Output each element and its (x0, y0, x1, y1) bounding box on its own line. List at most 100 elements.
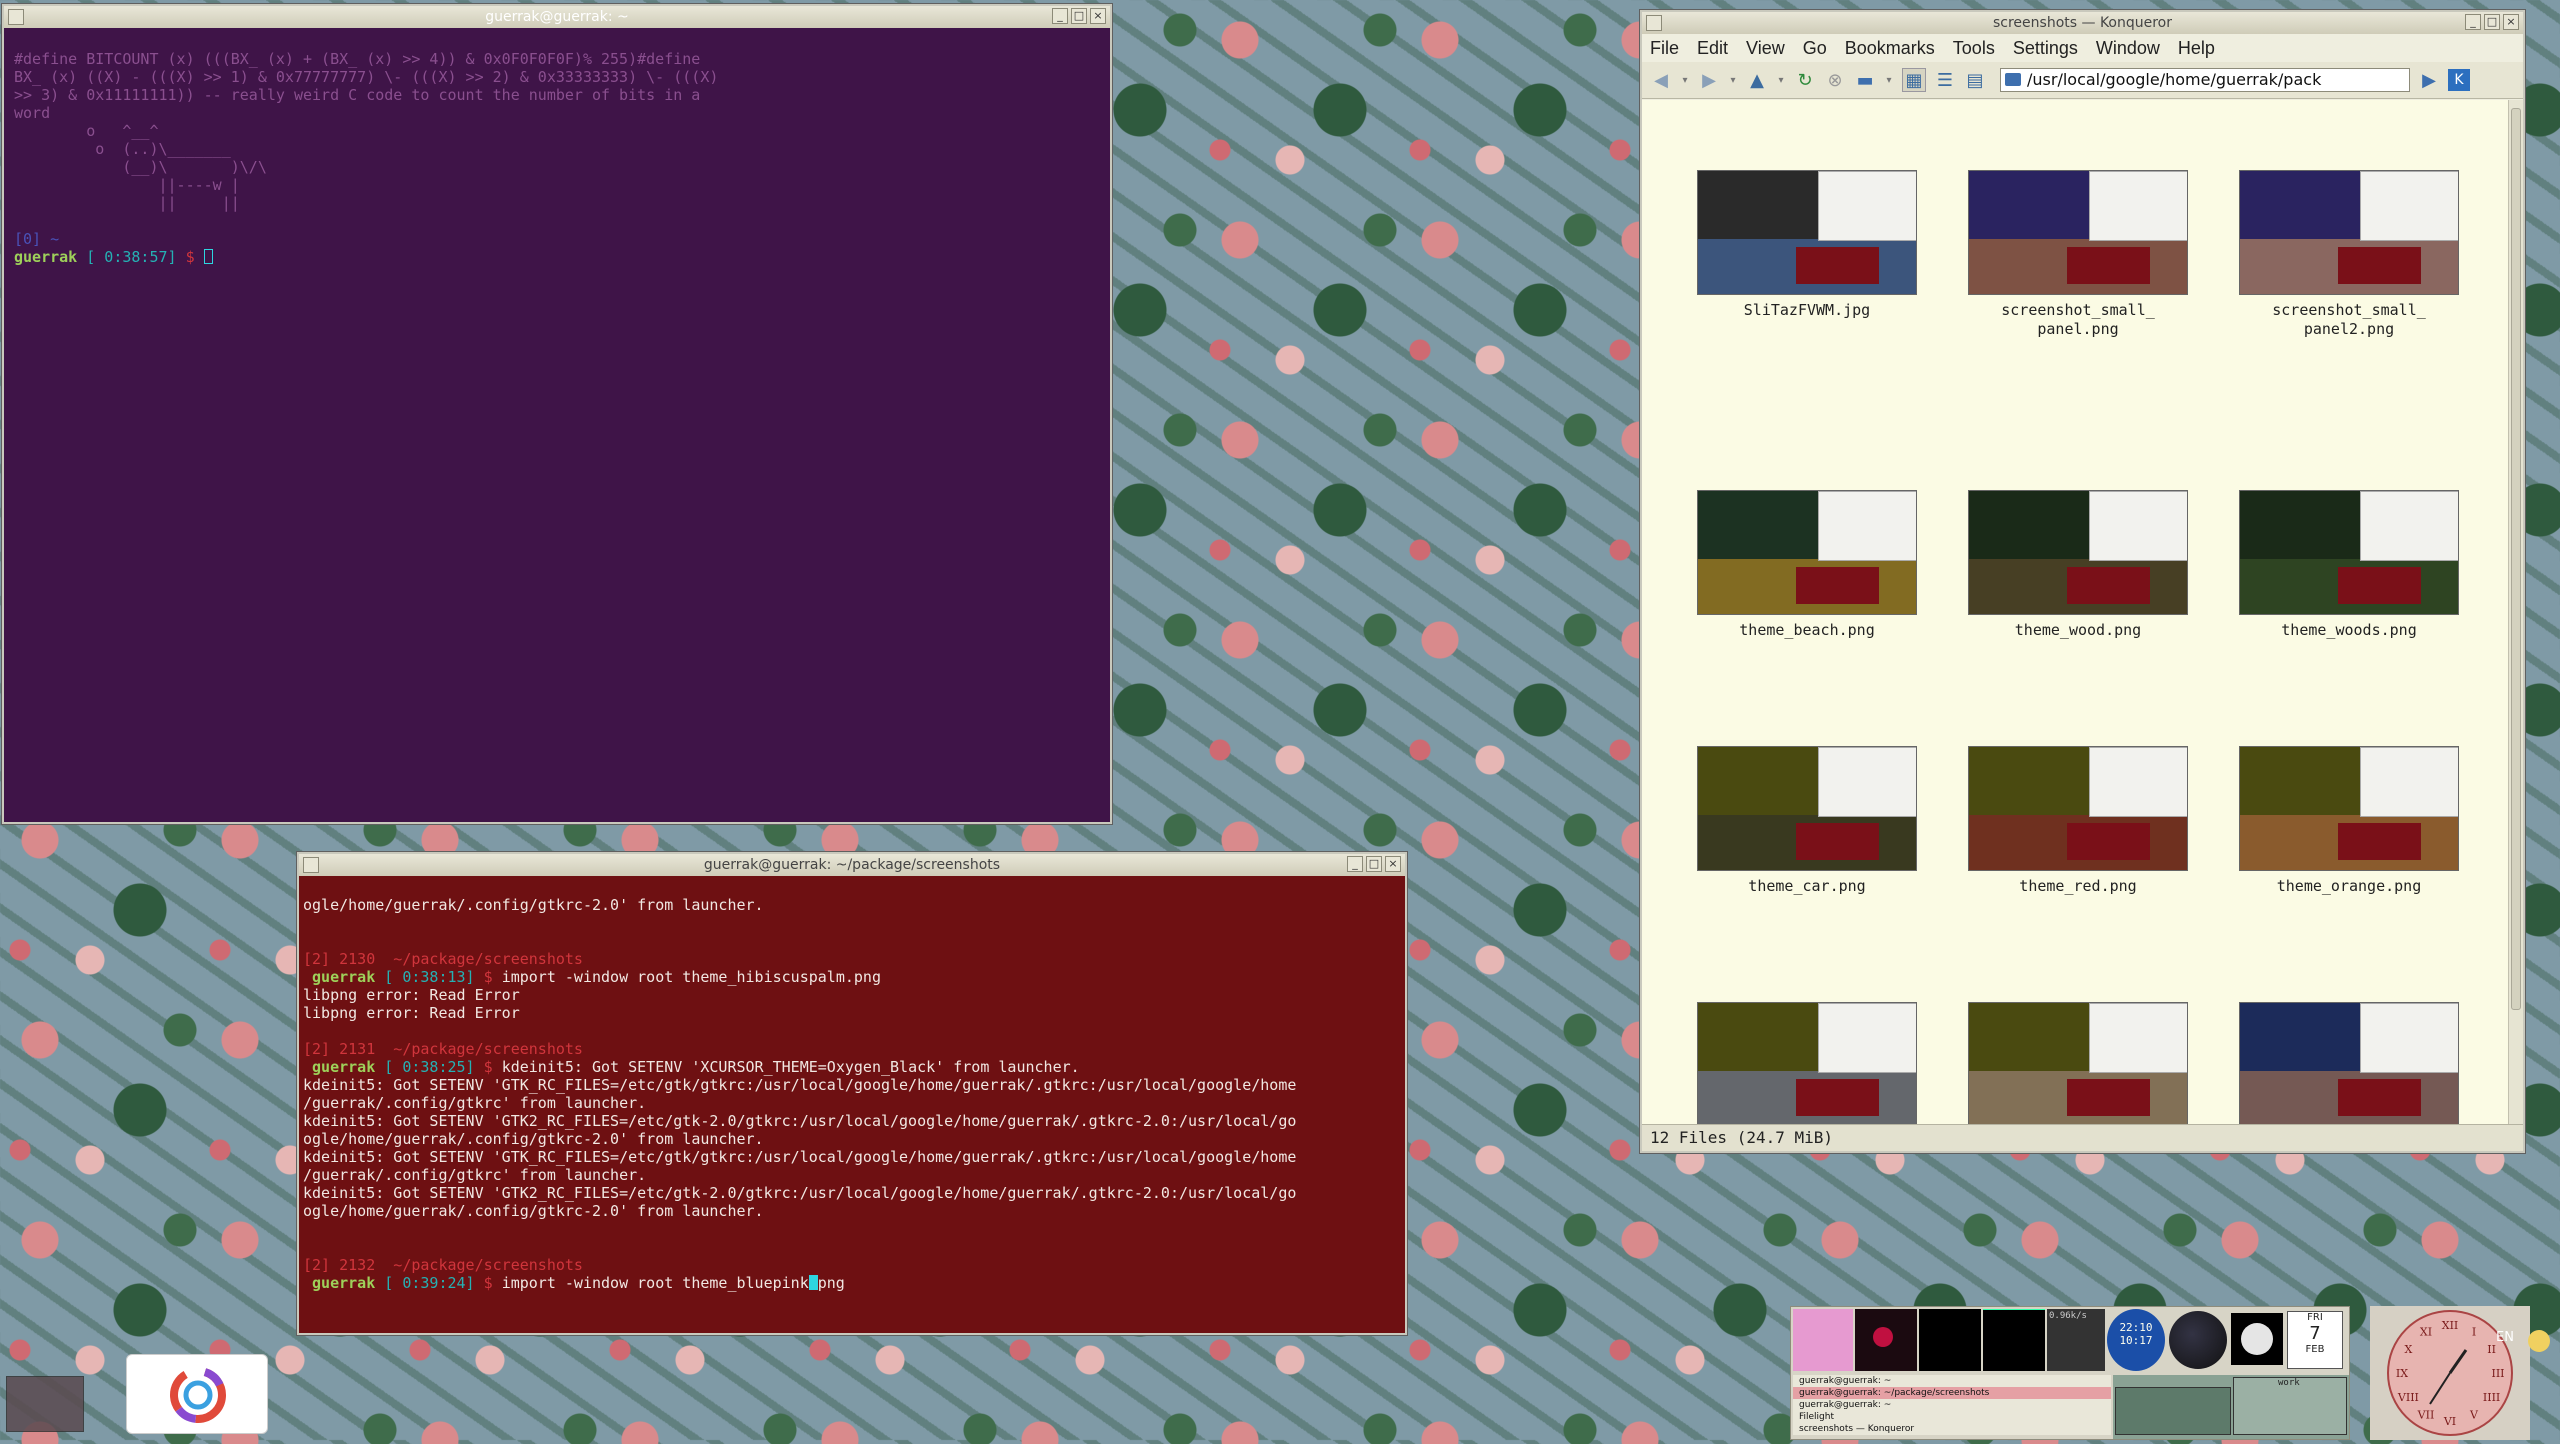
file-name: theme_woods.png (2281, 621, 2417, 639)
prompt-time: [ 0:39:24] (384, 1274, 475, 1292)
task-item[interactable]: guerrak@guerrak: ~ (1793, 1375, 2111, 1387)
file-item[interactable]: screenshot_small_ panel.png (1963, 170, 2193, 339)
stop-icon[interactable]: ⊗ (1824, 69, 1846, 91)
menu-tools[interactable]: Tools (1953, 38, 1995, 59)
file-item[interactable] (2234, 1002, 2464, 1125)
minimize-icon[interactable]: _ (1052, 8, 1068, 24)
menu-go[interactable]: Go (1803, 38, 1827, 59)
menu-edit[interactable]: Edit (1697, 38, 1728, 59)
up-menu-icon[interactable]: ▾ (1776, 69, 1786, 91)
terminal-titlebar[interactable]: guerrak@guerrak: ~/package/screenshots _… (299, 854, 1405, 877)
window-menu-icon[interactable] (303, 857, 319, 873)
file-item[interactable]: theme_red.png (1963, 746, 2193, 896)
forward-icon[interactable]: ▶ (1698, 69, 1720, 91)
file-thumbnail (1968, 170, 2188, 295)
file-name: screenshot_small_ panel.png (2001, 301, 2155, 338)
minimize-icon[interactable]: _ (1347, 856, 1363, 872)
folder-menu-icon[interactable]: ▾ (1884, 69, 1894, 91)
file-item[interactable]: theme_orange.png (2234, 746, 2464, 896)
window-title: guerrak@guerrak: ~ (485, 9, 629, 25)
task-item[interactable]: guerrak@guerrak: ~ (1793, 1399, 2111, 1411)
terminal-window-home[interactable]: guerrak@guerrak: ~ _ □ × #define BITCOUN… (2, 4, 1112, 824)
desktop-pager[interactable]: work (2113, 1375, 2349, 1439)
calendar-widget[interactable]: FRI 7 FEB (2287, 1311, 2343, 1369)
terminal-body[interactable]: ogle/home/guerrak/.config/gtkrc-2.0' fro… (299, 876, 1405, 1333)
desktop-launcher[interactable] (126, 1354, 268, 1434)
terminal-body[interactable]: #define BITCOUNT (x) (((BX_ (x) + (BX_ (… (4, 28, 1110, 822)
file-item[interactable]: theme_woods.png (2234, 490, 2464, 640)
konqueror-window[interactable]: screenshots — Konqueror _ □ × File Edit … (1640, 10, 2525, 1153)
file-item[interactable]: theme_wood.png (1963, 490, 2193, 640)
detail-view-icon[interactable]: ☰ (1934, 69, 1956, 91)
prompt-user: guerrak (312, 1058, 376, 1076)
back-menu-icon[interactable]: ▾ (1680, 69, 1690, 91)
menu-help[interactable]: Help (2178, 38, 2215, 59)
prompt-path: [2] 2130 ~/package/screenshots (303, 950, 583, 968)
desktop-thumb-1[interactable] (1793, 1309, 1853, 1371)
cowsay-line: o ^__^ (14, 122, 159, 140)
file-item[interactable] (1692, 1002, 1922, 1125)
output-line: libpng error: Read Error (303, 1004, 520, 1022)
output-line: ogle/home/guerrak/.config/gtkrc-2.0' fro… (303, 1130, 764, 1148)
terminal-window-screenshots[interactable]: guerrak@guerrak: ~/package/screenshots _… (297, 852, 1407, 1335)
forward-menu-icon[interactable]: ▾ (1728, 69, 1738, 91)
pager-label: work (2278, 1378, 2300, 1388)
task-item[interactable]: screenshots — Konqueror (1793, 1423, 2111, 1435)
menu-view[interactable]: View (1746, 38, 1785, 59)
file-name: theme_car.png (1748, 877, 1866, 895)
maximize-icon[interactable]: □ (2484, 14, 2500, 30)
desktop-thumb-2[interactable] (1855, 1309, 1917, 1371)
icon-view-icon[interactable]: ▦ (1902, 68, 1926, 92)
status-text: 12 Files (24.7 MiB) (1650, 1128, 1834, 1147)
file-item[interactable]: theme_beach.png (1692, 490, 1922, 640)
pager-desktop-2[interactable]: work (2233, 1377, 2347, 1435)
file-thumbnail (2239, 1002, 2459, 1125)
file-thumbnail (1697, 170, 1917, 295)
output-line: ogle/home/guerrak/.config/gtkrc-2.0' fro… (303, 1202, 764, 1220)
menu-bookmarks[interactable]: Bookmarks (1845, 38, 1935, 59)
window-menu-icon[interactable] (1646, 15, 1662, 31)
maximize-icon[interactable]: □ (1071, 8, 1087, 24)
scrollbar-thumb[interactable] (2511, 108, 2521, 1010)
location-input[interactable]: /usr/local/google/home/guerrak/pack (2000, 68, 2410, 92)
close-icon[interactable]: × (1385, 856, 1401, 872)
menu-settings[interactable]: Settings (2013, 38, 2078, 59)
file-item[interactable]: SliTazFVWM.jpg (1692, 170, 1922, 320)
go-icon[interactable]: ▶ (2418, 69, 2440, 91)
clock-numeral: VI (2443, 1415, 2456, 1428)
user-icon[interactable] (2528, 1330, 2550, 1352)
tree-view-icon[interactable]: ▤ (1964, 69, 1986, 91)
pager-desktop-1[interactable] (2115, 1387, 2231, 1435)
keyboard-layout-indicator[interactable]: EN (2496, 1330, 2526, 1350)
minimize-icon[interactable]: _ (2465, 14, 2481, 30)
prompt-user: guerrak (312, 968, 376, 986)
reload-icon[interactable]: ↻ (1794, 69, 1816, 91)
clock-time-1: 22:10 (2119, 1321, 2153, 1334)
file-name: theme_wood.png (2014, 621, 2142, 639)
window-menu-icon[interactable] (8, 9, 24, 25)
task-item[interactable]: Filelight (1793, 1411, 2111, 1423)
file-item[interactable] (1963, 1002, 2193, 1125)
task-item-active[interactable]: guerrak@guerrak: ~/package/screenshots (1793, 1387, 2111, 1399)
file-icon-view[interactable]: SliTazFVWM.jpg screenshot_small_ panel.pn… (1642, 100, 2523, 1125)
clock-numeral: IIII (2483, 1391, 2500, 1404)
output-line: libpng error: Read Error (303, 986, 520, 1004)
back-icon[interactable]: ◀ (1650, 69, 1672, 91)
desktop-widget-empty[interactable] (6, 1376, 84, 1432)
clock-numeral: XII (2442, 1319, 2459, 1332)
file-item[interactable]: screenshot_small_ panel2.png (2234, 170, 2464, 339)
up-icon[interactable]: ▲ (1746, 69, 1768, 91)
menu-window[interactable]: Window (2096, 38, 2160, 59)
file-item[interactable]: theme_car.png (1692, 746, 1922, 896)
file-thumbnail (1697, 1002, 1917, 1125)
terminal-titlebar[interactable]: guerrak@guerrak: ~ _ □ × (4, 6, 1110, 29)
maximize-icon[interactable]: □ (1366, 856, 1382, 872)
vertical-scrollbar[interactable] (2508, 100, 2523, 1125)
close-icon[interactable]: × (2503, 14, 2519, 30)
konqueror-titlebar[interactable]: screenshots — Konqueror _ □ × (1642, 12, 2523, 35)
menu-file[interactable]: File (1650, 38, 1679, 59)
close-icon[interactable]: × (1090, 8, 1106, 24)
folder-icon[interactable]: ▬ (1854, 69, 1876, 91)
clock-numeral: XI (2420, 1325, 2432, 1338)
command-text: import -window root theme_hibiscuspalm.p… (501, 968, 881, 986)
